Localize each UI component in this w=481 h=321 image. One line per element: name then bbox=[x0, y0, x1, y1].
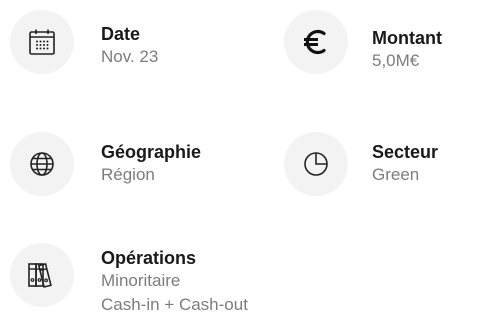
operations-text: Opérations Minoritaire Cash-in + Cash-ou… bbox=[101, 247, 248, 317]
pie-chart-icon bbox=[304, 152, 328, 176]
date-text: Date Nov. 23 bbox=[101, 23, 158, 69]
date-value: Nov. 23 bbox=[101, 47, 159, 66]
detail-item-operations: Opérations Minoritaire Cash-in + Cash-ou… bbox=[10, 243, 248, 317]
secteur-label: Secteur bbox=[372, 142, 439, 162]
operations-value-1: Minoritaire bbox=[101, 271, 181, 290]
detail-item-geographie: Géographie Région bbox=[10, 132, 201, 196]
secteur-text: Secteur Green bbox=[372, 141, 438, 187]
operations-value-2: Cash-in + Cash-out bbox=[101, 295, 248, 314]
montant-text: Montant 5,0M€ bbox=[372, 27, 442, 73]
montant-label: Montant bbox=[372, 28, 442, 48]
binders-icon bbox=[28, 262, 52, 288]
operations-label: Opérations bbox=[101, 248, 197, 268]
geographie-text: Géographie Région bbox=[101, 141, 201, 187]
euro-icon bbox=[304, 29, 326, 55]
detail-item-date: Date Nov. 23 bbox=[10, 10, 158, 74]
secteur-value: Green bbox=[372, 165, 420, 184]
globe-icon-container bbox=[10, 132, 74, 196]
calendar-icon bbox=[29, 29, 55, 55]
binders-icon-container bbox=[10, 243, 74, 307]
calendar-icon-container bbox=[10, 10, 74, 74]
pie-chart-icon-container bbox=[284, 132, 348, 196]
montant-value: 5,0M€ bbox=[372, 51, 420, 70]
date-label: Date bbox=[101, 24, 141, 44]
geographie-value: Région bbox=[101, 165, 155, 184]
geographie-label: Géographie bbox=[101, 142, 202, 162]
euro-icon-container bbox=[284, 10, 348, 74]
globe-icon bbox=[30, 152, 54, 176]
detail-item-montant: Montant 5,0M€ bbox=[284, 10, 442, 74]
detail-item-secteur: Secteur Green bbox=[284, 132, 438, 196]
